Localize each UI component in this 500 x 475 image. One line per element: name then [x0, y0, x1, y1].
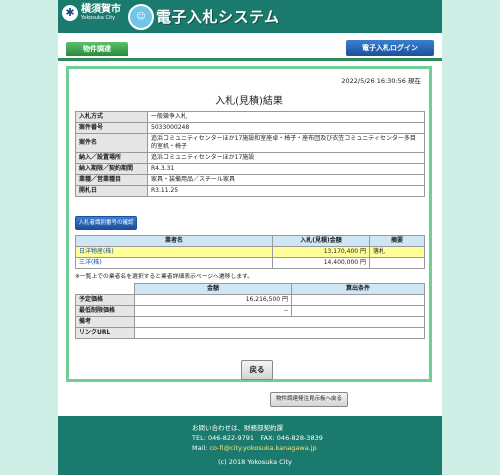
contact-line: お問い合わせは、財務部契約課: [192, 424, 283, 432]
info-label: 納入期限／契約期間: [75, 163, 148, 175]
bid-note: 落札: [369, 246, 425, 258]
bid-amount: 14,400,000 円: [272, 257, 370, 269]
link-url-value: [134, 327, 425, 339]
info-value: 家具・装備用品／スチール家具: [147, 174, 425, 186]
info-value: 一般競争入札: [147, 111, 425, 123]
price-table: 金額 算出条件 予定価格 16,216,500 円 最低制限価格 -- 備考 リ…: [75, 283, 425, 339]
table-row: 最低制限価格 --: [75, 305, 425, 317]
city-seal-icon: ✱: [62, 4, 78, 21]
bid-info-table: 入札方式 一般競争入札 案件番号 5033000248 案件名 追浜コミュニティ…: [75, 111, 425, 197]
contact-phone: TEL: 046-822-9791 FAX: 046-828-3839: [192, 434, 323, 442]
info-row: 案件番号 5033000248: [75, 122, 425, 134]
result-panel: 2022/5/26 16:30:56 現在 入札(見積)結果 入札方式 一般競争…: [66, 66, 432, 382]
col-bidder: 業者名: [75, 235, 273, 247]
results-header-row: 業者名 入札(見積)金額 摘要: [75, 235, 425, 247]
table-row: 日洋物産(株) 13,170,400 円 落札: [75, 246, 425, 258]
info-value: R4.3.31: [147, 163, 425, 175]
info-row: 入札方式 一般競争入札: [75, 111, 425, 123]
price-condition: [291, 294, 425, 306]
price-label: 最低制限価格: [75, 305, 135, 317]
table-row: 予定価格 16,216,500 円: [75, 294, 425, 306]
system-title: 電子入札システム: [156, 8, 280, 26]
back-button[interactable]: 戻る: [241, 360, 273, 380]
copyright: (c) 2018 Yokosuka City: [218, 458, 292, 466]
info-label: 納入／設置場所: [75, 152, 148, 164]
info-label: 入札方式: [75, 111, 148, 123]
col-note: 摘要: [369, 235, 425, 247]
price-amount: 16,216,500 円: [134, 294, 292, 306]
price-condition: [291, 305, 425, 317]
info-label: 案件番号: [75, 122, 148, 134]
table-row: 備考: [75, 316, 425, 328]
bid-amount: 13,170,400 円: [272, 246, 370, 258]
col-price-amount: 金額: [134, 283, 292, 295]
tab-bid[interactable]: 物件調達: [66, 42, 128, 56]
info-label: 業種／営業種目: [75, 174, 148, 186]
mascot-icon: ☺: [128, 4, 154, 30]
city-logo[interactable]: ✱ 横須賀市 Yokosuka City: [62, 4, 121, 21]
info-value: R3.11.25: [147, 185, 425, 197]
remarks-value: [134, 316, 425, 328]
page: ✱ 横須賀市 Yokosuka City ☺ 電子入札システム 物件調達 電子入…: [58, 0, 442, 475]
col-price-condition: 算出条件: [291, 283, 425, 295]
mail-link[interactable]: co-fi@city.yokosuka.kanagawa.jp: [209, 444, 316, 452]
info-row: 案件名 追浜コミュニティセンターほか17施設和室座卓・椅子・座布団及び衣笠コミュ…: [75, 133, 425, 153]
price-amount: --: [134, 305, 292, 317]
bid-note: [369, 257, 425, 269]
bid-board-back-button[interactable]: 物件調達発注見示板へ戻る: [270, 392, 348, 407]
info-label: 開札日: [75, 185, 148, 197]
price-label: 備考: [75, 316, 135, 328]
bidder-name-link[interactable]: 日洋物産(株): [75, 246, 273, 258]
info-value: 追浜コミュニティセンターほか17施設和室座卓・椅子・座布団及び衣笠コミュニティセ…: [147, 133, 425, 153]
info-row: 業種／営業種目 家具・装備用品／スチール家具: [75, 174, 425, 186]
bidder-name-link[interactable]: 三洋(株): [75, 257, 273, 269]
info-value: 追浜コミュニティセンターほか17施設: [147, 152, 425, 164]
info-value: 5033000248: [147, 122, 425, 134]
table-row: リンクURL: [75, 327, 425, 339]
contact-mail: Mail: co-fi@city.yokosuka.kanagawa.jp: [192, 444, 317, 454]
price-label: リンクURL: [75, 327, 135, 339]
price-label: 予定価格: [75, 294, 135, 306]
header-bar: ✱ 横須賀市 Yokosuka City ☺ 電子入札システム: [58, 0, 442, 33]
col-amount: 入札(見積)金額: [272, 235, 370, 247]
nav-bar: 物件調達 電子入札ログイン: [58, 40, 442, 61]
page-title: 入札(見積)結果: [215, 96, 283, 107]
city-name-en: Yokosuka City: [81, 15, 116, 21]
table-row: 三洋(株) 14,400,000 円: [75, 257, 425, 269]
info-row: 開札日 R3.11.25: [75, 185, 425, 197]
city-name: 横須賀市: [81, 4, 121, 15]
info-label: 案件名: [75, 133, 148, 153]
info-row: 納入期限／契約期間 R4.3.31: [75, 163, 425, 175]
footer: お問い合わせは、財務部契約課 TEL: 046-822-9791 FAX: 04…: [58, 416, 442, 475]
login-label: 電子入札ログイン: [362, 44, 418, 52]
price-header-row: 金額 算出条件: [75, 283, 425, 295]
price-corner: [75, 283, 135, 295]
current-datetime: 2022/5/26 16:30:56 現在: [341, 77, 421, 85]
mail-prefix: Mail:: [192, 444, 210, 452]
bid-results-table: 業者名 入札(見積)金額 摘要 日洋物産(株) 13,170,400 円 落札 …: [75, 235, 425, 269]
login-button[interactable]: 電子入札ログイン: [346, 40, 434, 56]
info-row: 納入／設置場所 追浜コミュニティセンターほか17施設: [75, 152, 425, 164]
verify-bidder-id-button[interactable]: 入札者識別番号の確認: [75, 216, 137, 230]
results-note: ※一覧上での業者名を選択すると業者詳細表示ページへ遷移します。: [75, 274, 254, 280]
